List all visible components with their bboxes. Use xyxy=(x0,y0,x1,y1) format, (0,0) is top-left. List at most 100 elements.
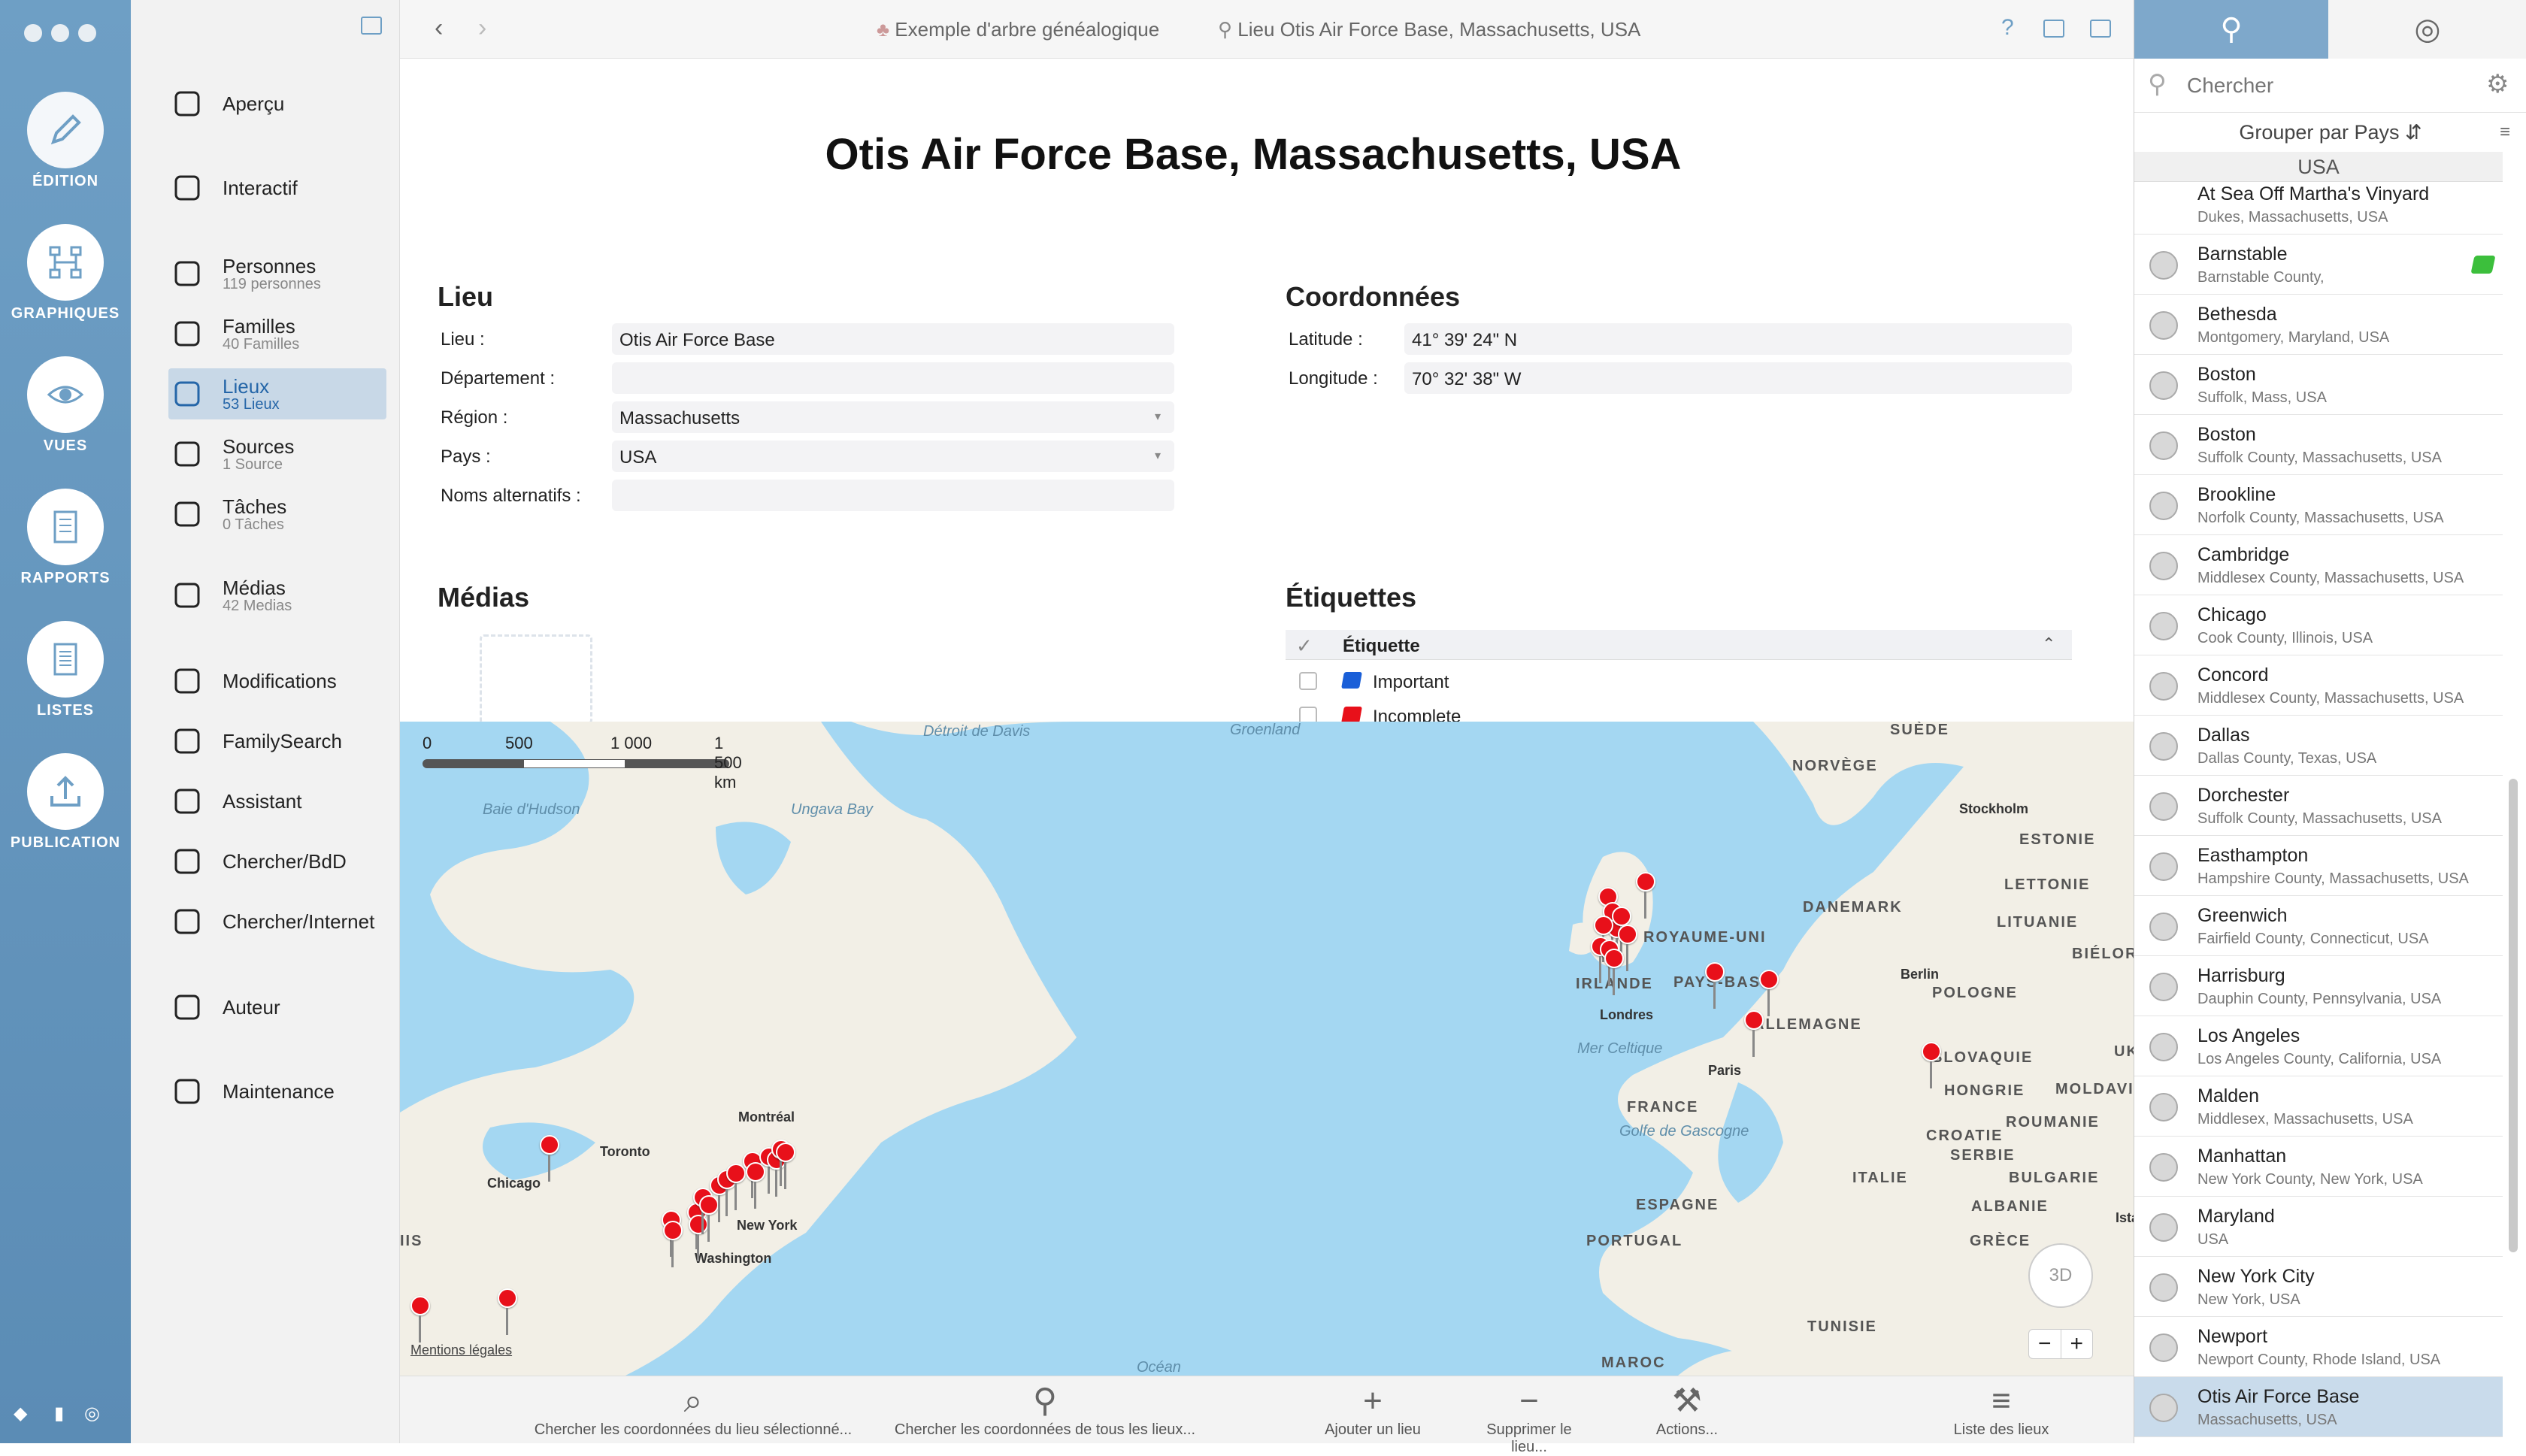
place-list-item[interactable]: Malden Middlesex, Massachusetts, USA xyxy=(2134,1076,2503,1137)
rail-rapports[interactable]: RAPPORTS xyxy=(0,489,131,587)
field-input-2[interactable]: Massachusetts xyxy=(612,401,1174,433)
tag-icon[interactable]: ◆ xyxy=(14,1403,27,1424)
zoom-out-button[interactable]: − xyxy=(2029,1330,2061,1358)
place-list-item[interactable]: Dallas Dallas County, Texas, USA xyxy=(2134,716,2503,776)
rail-edition[interactable]: ÉDITION xyxy=(0,92,131,190)
sidebar-item-personnes[interactable]: Personnes 119 personnes xyxy=(168,248,386,299)
place-list-item[interactable]: Barnstable Barnstable County, xyxy=(2134,235,2503,295)
dropdown-arrow-icon[interactable]: ▾ xyxy=(1155,448,1161,463)
sidebar-toggle-icon[interactable] xyxy=(361,17,382,35)
map-view[interactable]: Détroit de Davis Groenland Baie d'Hudson Un… xyxy=(400,722,2134,1376)
sidebar-item-modifications[interactable]: Modifications xyxy=(168,655,386,707)
place-list-item[interactable]: Cambridge Middlesex County, Massachusetts… xyxy=(2134,535,2503,595)
place-list-item[interactable]: Boston Suffolk County, Massachusetts, USA xyxy=(2134,415,2503,475)
tag-row[interactable]: Incomplete xyxy=(1286,699,2072,722)
place-list-item[interactable]: Newport Newport County, Rhode Island, USA xyxy=(2134,1317,2503,1377)
bookmark-icon[interactable]: ▮ xyxy=(54,1403,64,1424)
window-close-dot[interactable] xyxy=(24,24,42,42)
sidebar-item-sources[interactable]: Sources 1 Source xyxy=(168,428,386,480)
place-list-item[interactable]: At Sea Off Martha's Vinyard Dukes, Massac… xyxy=(2134,174,2503,235)
place-list-item[interactable]: Harrisburg Dauphin County, Pennsylvania, … xyxy=(2134,956,2503,1016)
tag-row[interactable]: Important xyxy=(1286,664,2072,699)
window-zoom-dot[interactable] xyxy=(78,24,96,42)
tag-checkbox[interactable] xyxy=(1299,672,1317,690)
place-list-item[interactable]: Brookline Norfolk County, Massachusetts, … xyxy=(2134,475,2503,535)
sidebar-item-assistant[interactable]: Assistant xyxy=(168,776,386,827)
sidebar-item-familysearch[interactable]: FamilySearch xyxy=(168,716,386,767)
chercher-les-coordonn-es-de-tous-les-lieux-button[interactable]: ⚲ Chercher les coordonnées de tous les li… xyxy=(865,1384,1225,1439)
sidebar-item-auteur[interactable]: Auteur xyxy=(168,982,386,1033)
supprimer-le-lieu-button[interactable]: − Supprimer le lieu... xyxy=(1469,1384,1589,1456)
sidebar-item-aper-u[interactable]: Aperçu xyxy=(168,78,386,129)
breadcrumb-place[interactable]: ⚲ Lieu Otis Air Force Base, Massachusett… xyxy=(1218,18,1640,41)
place-list-item[interactable]: Bethesda Montgomery, Maryland, USA xyxy=(2134,295,2503,355)
group-by-select[interactable]: Grouper par Pays ⇵ xyxy=(2134,113,2526,152)
zoom-in-button[interactable]: + xyxy=(2061,1330,2093,1358)
help-icon[interactable]: ? xyxy=(2001,15,2014,41)
legal-link[interactable]: Mentions légales xyxy=(410,1342,512,1358)
longitude-field[interactable]: 70° 32' 38" W xyxy=(1404,362,2072,394)
map-pin[interactable] xyxy=(1759,970,1779,1016)
map-pin[interactable] xyxy=(410,1296,430,1342)
search-input[interactable] xyxy=(2187,72,2473,99)
tags-table-header[interactable]: ✓ Étiquette ⌃ xyxy=(1286,630,2072,660)
place-list-item[interactable]: Chicago Cook County, Illinois, USA xyxy=(2134,595,2503,655)
chercher-les-coordonn-es-du-lieu-s-lectionn-button[interactable]: ⌕ Chercher les coordonnées du lieu sélect… xyxy=(513,1384,874,1439)
split-view-icon[interactable] xyxy=(2090,20,2111,38)
field-input-1[interactable] xyxy=(612,362,1174,394)
place-list-item[interactable]: Greenwich Fairfield County, Connecticut, … xyxy=(2134,896,2503,956)
map-pin[interactable] xyxy=(1744,1010,1764,1057)
sidebar-item-interactif[interactable]: Interactif xyxy=(168,162,386,213)
rail-vues[interactable]: VUES xyxy=(0,356,131,455)
map-pin[interactable] xyxy=(1636,872,1655,919)
map-pin[interactable] xyxy=(663,1221,683,1267)
map-pin[interactable] xyxy=(498,1288,517,1335)
dropdown-arrow-icon[interactable]: ▾ xyxy=(1155,409,1161,424)
field-input-0[interactable]: Otis Air Force Base xyxy=(612,323,1174,355)
breadcrumb-tree[interactable]: ♣ Exemple d'arbre généalogique xyxy=(877,18,1159,41)
back-arrow-icon[interactable]: ‹ xyxy=(435,14,443,43)
liste-des-lieux-button[interactable]: ≡ Liste des lieux xyxy=(1941,1384,2061,1439)
sidebar-item-t-ches[interactable]: Tâches 0 Tâches xyxy=(168,489,386,540)
globe-icon[interactable]: ◎ xyxy=(84,1403,100,1424)
places-scrollbar[interactable] xyxy=(2509,779,2518,1252)
gear-icon[interactable]: ⚙ xyxy=(2486,69,2509,99)
latitude-field[interactable]: 41° 39' 24" N xyxy=(1404,323,2072,355)
tag-checkbox[interactable] xyxy=(1299,707,1317,722)
place-list-item[interactable]: Otis Air Force Base Massachusetts, USA xyxy=(2134,1377,2503,1437)
sidebar-item-lieux[interactable]: Lieux 53 Lieux xyxy=(168,368,386,419)
map-pin[interactable] xyxy=(1922,1042,1941,1088)
field-input-3[interactable]: USA xyxy=(612,440,1174,472)
place-list-item[interactable]: New York City New York, USA xyxy=(2134,1257,2503,1317)
window-minimize-dot[interactable] xyxy=(51,24,69,42)
place-list-item[interactable]: Dorchester Suffolk County, Massachusetts,… xyxy=(2134,776,2503,836)
window-mode-icon[interactable] xyxy=(2043,20,2064,38)
sidebar-item-m-dias[interactable]: Médias 42 Medias xyxy=(168,570,386,621)
place-list-item[interactable]: Maryland USA xyxy=(2134,1197,2503,1257)
rail-graphiques[interactable]: GRAPHIQUES xyxy=(0,224,131,322)
sidebar-item-chercher-bdd[interactable]: Chercher/BdD xyxy=(168,836,386,887)
map-3d-button[interactable]: 3D xyxy=(2028,1243,2093,1308)
forward-arrow-icon[interactable]: › xyxy=(478,14,486,43)
rail-listes[interactable]: LISTES xyxy=(0,621,131,719)
sidebar-item-familles[interactable]: Familles 40 Familles xyxy=(168,308,386,359)
map-pin[interactable] xyxy=(776,1143,795,1189)
map-pin[interactable] xyxy=(540,1135,559,1182)
place-list-item[interactable]: Boston Suffolk, Mass, USA xyxy=(2134,355,2503,415)
place-list-item[interactable]: Concord Middlesex County, Massachusetts, … xyxy=(2134,655,2503,716)
ajouter-un-lieu-button[interactable]: + Ajouter un lieu xyxy=(1313,1384,1433,1439)
map-pin[interactable] xyxy=(1604,949,1624,995)
rail-publication[interactable]: PUBLICATION xyxy=(0,753,131,852)
sort-icon[interactable]: ≡ xyxy=(2500,122,2510,143)
tab-settings[interactable]: ◎ xyxy=(2328,0,2526,59)
place-list-item[interactable]: Manhattan New York County, New York, USA xyxy=(2134,1137,2503,1197)
chevron-up-icon[interactable]: ⌃ xyxy=(2042,634,2055,654)
media-placeholder-icon[interactable] xyxy=(480,634,592,722)
actions-button[interactable]: ⚒ Actions... xyxy=(1627,1384,1747,1439)
tab-map[interactable]: ⚲ xyxy=(2134,0,2328,59)
sidebar-item-chercher-internet[interactable]: Chercher/Internet xyxy=(168,896,386,947)
field-input-4[interactable] xyxy=(612,480,1174,511)
place-list-item[interactable]: Los Angeles Los Angeles County, Californi… xyxy=(2134,1016,2503,1076)
sidebar-item-maintenance[interactable]: Maintenance xyxy=(168,1066,386,1117)
place-list-item[interactable]: Easthampton Hampshire County, Massachuset… xyxy=(2134,836,2503,896)
